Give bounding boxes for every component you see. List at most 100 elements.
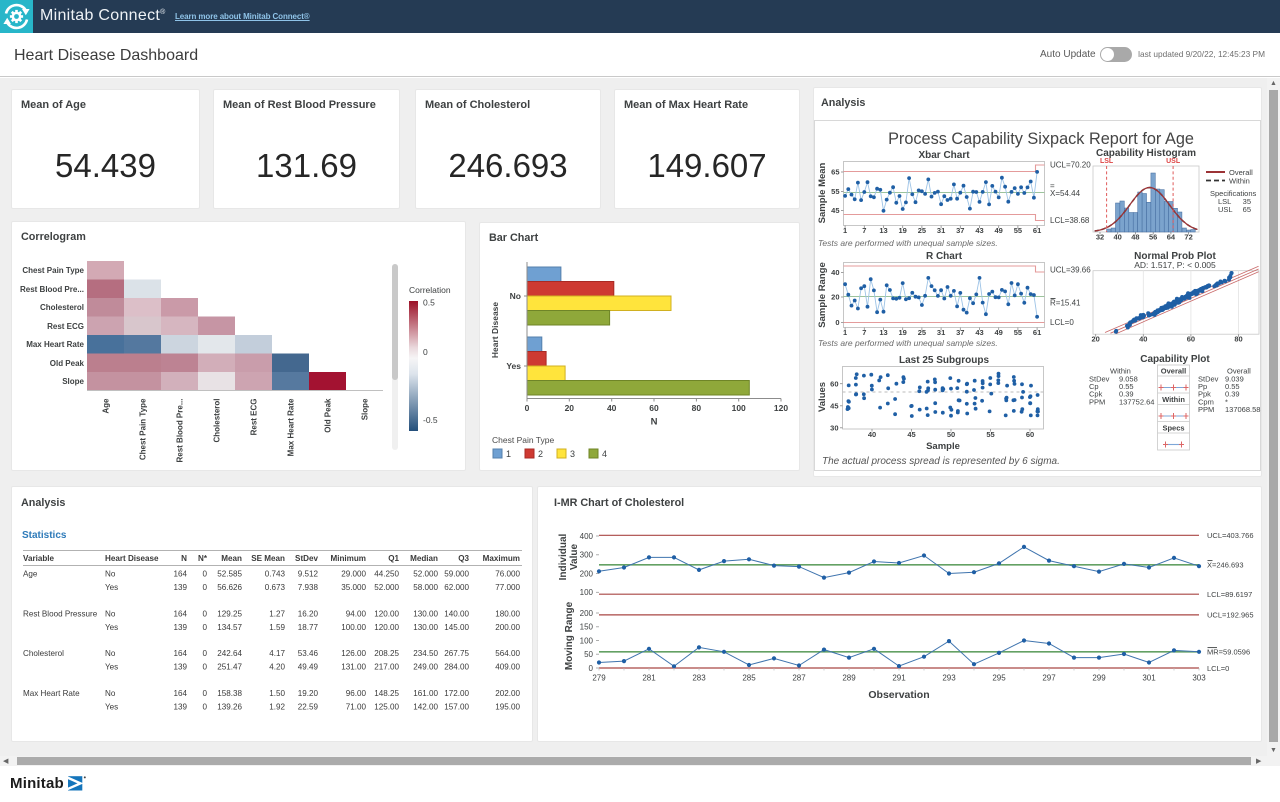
svg-text:65: 65 [1243, 205, 1251, 214]
svg-text:100.00: 100.00 [341, 623, 366, 632]
svg-text:UCL=192.965: UCL=192.965 [1207, 611, 1254, 620]
svg-text:The actual process spread is r: The actual process spread is represented… [822, 456, 1060, 467]
svg-text:Observation: Observation [868, 689, 929, 701]
svg-text:0: 0 [202, 610, 207, 619]
svg-text:18.77: 18.77 [298, 623, 319, 632]
svg-text:120.00: 120.00 [374, 610, 399, 619]
svg-text:4.17: 4.17 [269, 649, 285, 658]
svg-text:0: 0 [525, 403, 530, 413]
svg-text:45: 45 [830, 401, 838, 410]
svg-text:145.00: 145.00 [444, 623, 469, 632]
svg-text:120: 120 [774, 403, 788, 413]
svg-text:StDev: StDev [295, 554, 318, 563]
svg-text:N: N [651, 417, 658, 428]
svg-text:Sample Mean: Sample Mean [817, 162, 828, 223]
svg-text:0: 0 [202, 649, 207, 658]
svg-text:50: 50 [947, 430, 955, 439]
svg-text:1.92: 1.92 [269, 703, 285, 712]
svg-text:129.25: 129.25 [217, 610, 242, 619]
svg-text:UCL=39.66: UCL=39.66 [1050, 266, 1091, 275]
svg-text:Within: Within [1162, 395, 1185, 404]
svg-text:139: 139 [173, 583, 187, 592]
svg-text:0: 0 [423, 347, 428, 357]
svg-text:139: 139 [173, 663, 187, 672]
svg-text:49.49: 49.49 [298, 663, 319, 672]
svg-text:40: 40 [607, 403, 617, 413]
svg-text:Variable: Variable [23, 554, 55, 563]
svg-text:60: 60 [649, 403, 659, 413]
svg-text:Sample Range: Sample Range [817, 262, 828, 327]
svg-text:Rest Blood Pre...: Rest Blood Pre... [20, 285, 84, 294]
svg-text:Sample: Sample [926, 441, 960, 452]
svg-text:25: 25 [918, 328, 926, 337]
svg-text:157.00: 157.00 [444, 703, 469, 712]
svg-text:0: 0 [202, 623, 207, 632]
svg-text:217.00: 217.00 [374, 663, 399, 672]
svg-text:Max Heart Rate: Max Heart Rate [23, 689, 80, 698]
svg-text:Values: Values [817, 382, 828, 412]
svg-text:139.26: 139.26 [217, 703, 242, 712]
svg-text:56: 56 [1149, 233, 1157, 242]
svg-text:61: 61 [1033, 328, 1041, 337]
svg-text:Cholesterol: Cholesterol [40, 303, 84, 312]
svg-text:58.000: 58.000 [413, 583, 438, 592]
svg-text:120.00: 120.00 [374, 623, 399, 632]
svg-text:N*: N* [198, 554, 208, 563]
svg-text:100: 100 [580, 588, 594, 597]
svg-text:55: 55 [831, 187, 839, 196]
svg-text:283: 283 [692, 674, 706, 683]
svg-text:R=15.41: R=15.41 [1050, 299, 1081, 308]
svg-text:0: 0 [202, 570, 207, 579]
svg-text:LCL=0: LCL=0 [1050, 318, 1074, 327]
svg-text:43: 43 [975, 226, 983, 235]
svg-text:20: 20 [1092, 335, 1100, 344]
svg-text:53.46: 53.46 [298, 649, 319, 658]
svg-text:60: 60 [1187, 335, 1195, 344]
svg-text:59.000: 59.000 [444, 570, 469, 579]
svg-text:52.000: 52.000 [413, 570, 438, 579]
svg-text:96.00: 96.00 [346, 689, 367, 698]
svg-text:13: 13 [879, 328, 887, 337]
svg-text:62.000: 62.000 [444, 583, 469, 592]
svg-text:279: 279 [592, 674, 606, 683]
svg-text:287: 287 [792, 674, 806, 683]
svg-text:195.00: 195.00 [495, 703, 520, 712]
svg-text:180.00: 180.00 [495, 610, 520, 619]
svg-text:100: 100 [580, 636, 594, 645]
svg-text:1.50: 1.50 [269, 689, 285, 698]
svg-text:267.75: 267.75 [444, 649, 469, 658]
svg-text:0: 0 [202, 689, 207, 698]
svg-text:LCL=38.68: LCL=38.68 [1050, 216, 1090, 225]
svg-text:No: No [105, 689, 116, 698]
svg-text:Maximum: Maximum [483, 554, 520, 563]
svg-text:249.00: 249.00 [413, 663, 438, 672]
svg-text:4: 4 [602, 449, 607, 459]
svg-text:126.00: 126.00 [341, 649, 366, 658]
svg-text:Rest Blood Pre...: Rest Blood Pre... [176, 399, 185, 463]
svg-text:234.50: 234.50 [413, 649, 438, 658]
svg-text:SE Mean: SE Mean [251, 554, 285, 563]
svg-text:Heart Disease: Heart Disease [105, 554, 159, 563]
svg-text:13: 13 [879, 226, 887, 235]
svg-text:2: 2 [538, 449, 543, 459]
svg-text:31: 31 [937, 328, 945, 337]
svg-text:35.000: 35.000 [341, 583, 366, 592]
svg-text:37: 37 [956, 226, 964, 235]
svg-text:Yes: Yes [105, 623, 118, 632]
svg-text:164: 164 [173, 649, 187, 658]
svg-text:Cholesterol: Cholesterol [213, 399, 222, 443]
svg-text:Rest ECG: Rest ECG [47, 322, 84, 331]
svg-text:94.00: 94.00 [346, 610, 367, 619]
svg-text:Value: Value [569, 544, 580, 571]
svg-text:61: 61 [1033, 226, 1041, 235]
svg-text:56.626: 56.626 [217, 583, 242, 592]
svg-text:-0.5: -0.5 [423, 415, 438, 425]
svg-text:208.25: 208.25 [374, 649, 399, 658]
svg-text:3: 3 [570, 449, 575, 459]
svg-text:Age: Age [23, 570, 38, 579]
svg-text:7: 7 [862, 226, 866, 235]
svg-text:32: 32 [1096, 233, 1104, 242]
svg-text:Specs: Specs [1162, 424, 1184, 433]
svg-text:4.20: 4.20 [269, 663, 285, 672]
svg-text:Rest Blood Pressure: Rest Blood Pressure [23, 610, 98, 619]
